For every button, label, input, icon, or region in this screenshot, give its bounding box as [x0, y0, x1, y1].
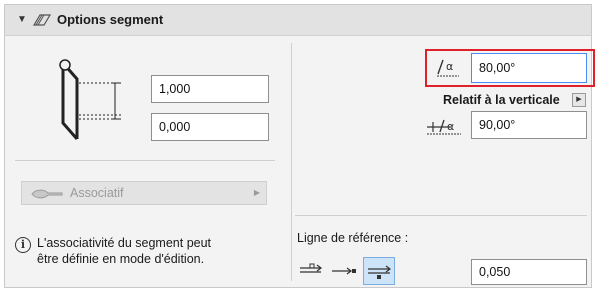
info-text: L'associativité du segment peut être déf…	[37, 236, 212, 266]
slope-angle-input[interactable]: 80,00°	[471, 53, 587, 83]
offset-input[interactable]: 0,000	[151, 113, 269, 141]
horizontal-angle-icon: α	[425, 118, 465, 139]
chevron-down-icon[interactable]: ▼	[17, 14, 27, 26]
svg-text:α: α	[447, 120, 454, 133]
panel-title: Options segment	[57, 12, 164, 27]
associative-button[interactable]: Associatif ▶	[21, 181, 267, 205]
right-divider	[295, 215, 587, 216]
column-divider	[291, 43, 292, 281]
svg-text:α: α	[446, 60, 453, 73]
height-input[interactable]: 1,000	[151, 75, 269, 103]
associative-icon	[30, 186, 64, 208]
angle-icon: α	[435, 58, 461, 81]
horizontal-angle-input[interactable]: 90,00°	[471, 111, 587, 139]
panel-header[interactable]: ▼ Options segment	[5, 5, 591, 36]
info-icon: i	[15, 237, 31, 253]
associative-label: Associatif	[70, 186, 124, 200]
ref-line-center-icon[interactable]	[329, 257, 359, 285]
chevron-right-icon: ▶	[253, 188, 260, 197]
ref-line-left-icon[interactable]	[297, 257, 325, 285]
reference-offset-input[interactable]: 0,050	[471, 259, 587, 285]
segment-icon	[32, 12, 52, 31]
left-divider	[15, 160, 275, 161]
options-segment-panel: ▼ Options segment 1,000 0,000 Associatif…	[4, 4, 595, 288]
relative-vertical-label: Relatif à la verticale	[443, 93, 560, 107]
dropdown-arrow-icon[interactable]: ▶	[572, 93, 586, 107]
reference-line-label: Ligne de référence :	[297, 231, 409, 245]
ref-line-right-icon[interactable]	[363, 257, 395, 285]
stair-section-icon	[49, 57, 129, 146]
